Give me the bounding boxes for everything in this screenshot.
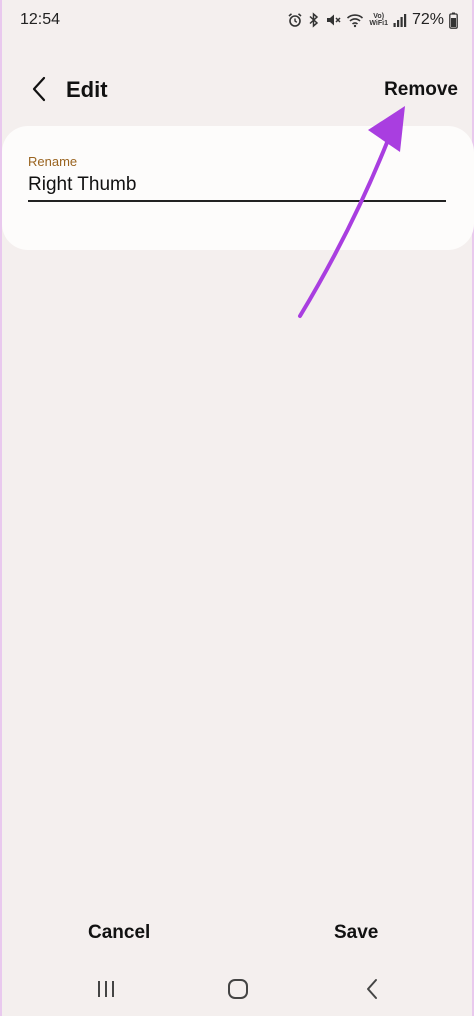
mute-icon bbox=[325, 12, 341, 28]
nav-back-button[interactable] bbox=[352, 974, 392, 1004]
alarm-icon bbox=[287, 12, 303, 28]
bottom-actions: Cancel Save bbox=[2, 918, 472, 954]
battery-percent: 72% bbox=[411, 11, 444, 28]
app-bar: Edit Remove bbox=[2, 62, 472, 118]
save-button[interactable]: Save bbox=[334, 922, 378, 944]
network-label-top: Vo) bbox=[373, 13, 385, 20]
battery-icon bbox=[449, 12, 458, 29]
recent-apps-button[interactable] bbox=[86, 974, 126, 1004]
page-title: Edit bbox=[66, 77, 108, 102]
back-icon bbox=[367, 979, 377, 999]
chevron-left-icon bbox=[32, 76, 46, 102]
network-label-bottom: WiFi1 bbox=[369, 20, 388, 27]
status-icons: Vo) WiFi1 72% bbox=[287, 8, 458, 32]
signal-icon bbox=[393, 12, 407, 28]
wifi-icon bbox=[346, 12, 364, 28]
navigation-bar bbox=[2, 966, 472, 1014]
rename-label: Rename bbox=[28, 154, 78, 169]
home-button[interactable] bbox=[218, 974, 258, 1004]
recent-apps-icon bbox=[98, 981, 114, 997]
home-icon bbox=[228, 979, 248, 999]
status-bar: 12:54 Vo) WiFi1 72% bbox=[2, 0, 472, 40]
status-time: 12:54 bbox=[20, 11, 61, 28]
bluetooth-icon bbox=[308, 12, 320, 28]
cancel-button[interactable]: Cancel bbox=[88, 922, 150, 944]
back-button[interactable] bbox=[24, 74, 54, 104]
network-label: Vo) WiFi1 bbox=[369, 13, 388, 27]
rename-card: Rename bbox=[2, 126, 474, 250]
remove-button[interactable]: Remove bbox=[384, 79, 458, 101]
rename-input[interactable] bbox=[28, 170, 446, 202]
